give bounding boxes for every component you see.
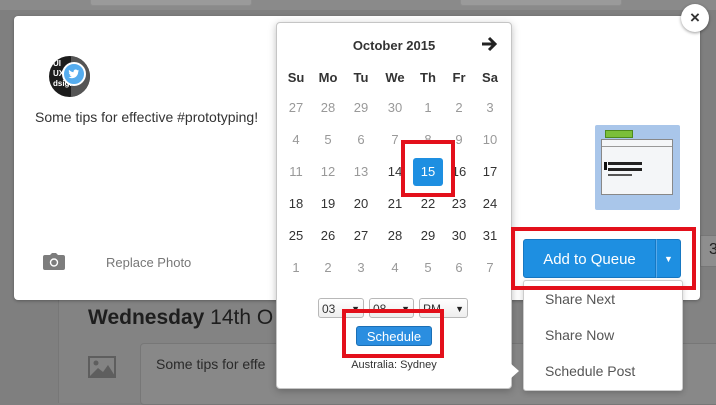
thumbnail-person [604, 162, 607, 170]
month-label: October 2015 [352, 38, 436, 53]
menu-item-schedule-post[interactable]: Schedule Post [545, 363, 635, 379]
weekday-label: Mo [318, 70, 338, 85]
calendar-day[interactable]: 28 [313, 94, 343, 122]
calendar-day[interactable]: 4 [380, 254, 410, 282]
date-picker: October 2015 Su Mo Tu We Th Fr Sa 27 28 29 30 1 2 3 4 5… [276, 22, 512, 389]
queue-options-toggle[interactable]: ▼ [656, 239, 681, 278]
calendar-day[interactable]: 7 [475, 254, 505, 282]
calendar-day[interactable]: 18 [281, 190, 311, 218]
minute-select[interactable]: 08 ▼ [369, 298, 414, 318]
calendar-day[interactable]: 27 [346, 222, 376, 250]
calendar-day[interactable]: 14 [380, 158, 410, 186]
weekday-label: We [385, 70, 405, 85]
thumbnail-line [608, 168, 642, 171]
weekday-label: Th [420, 70, 436, 85]
calendar-day[interactable]: 1 [413, 94, 443, 122]
calendar-day[interactable]: 16 [444, 158, 474, 186]
background-top-control [90, 0, 252, 6]
calendar-day[interactable]: 2 [444, 94, 474, 122]
schedule-button[interactable]: Schedule [356, 326, 432, 346]
calendar-day[interactable]: 23 [444, 190, 474, 218]
calendar-day[interactable]: 24 [475, 190, 505, 218]
background-post-text: Some tips for effe [156, 356, 266, 372]
thumbnail-tab [605, 130, 633, 138]
weekday-label: Fr [452, 70, 466, 85]
close-button[interactable]: × [681, 4, 709, 32]
timezone-label: Australia: Sydney [351, 359, 437, 371]
twitter-icon [62, 62, 86, 86]
camera-icon[interactable] [43, 253, 65, 270]
calendar-day[interactable]: 8 [413, 126, 443, 154]
calendar-day[interactable]: 31 [475, 222, 505, 250]
calendar-day[interactable]: 17 [475, 158, 505, 186]
background-top-control [460, 0, 622, 6]
calendar-day[interactable]: 21 [380, 190, 410, 218]
calendar-day[interactable]: 10 [475, 126, 505, 154]
calendar-day[interactable]: 11 [281, 158, 311, 186]
thumbnail-line [608, 162, 642, 165]
next-month-arrow-icon[interactable] [480, 34, 500, 54]
calendar-day[interactable]: 30 [444, 222, 474, 250]
ampm-value: PM [423, 302, 441, 316]
attached-image-thumbnail[interactable] [595, 125, 680, 210]
menu-item-share-next[interactable]: Share Next [545, 291, 615, 307]
hour-select[interactable]: 03 ▼ [318, 298, 364, 318]
calendar-day[interactable]: 6 [444, 254, 474, 282]
chevron-down-icon: ▼ [351, 304, 360, 314]
calendar-day[interactable]: 30 [380, 94, 410, 122]
thumbnail-tabs [602, 142, 672, 147]
calendar-day[interactable]: 29 [413, 222, 443, 250]
calendar-day[interactable]: 5 [313, 126, 343, 154]
calendar-day-selected[interactable]: 15 [413, 158, 443, 186]
menu-item-share-now[interactable]: Share Now [545, 327, 614, 343]
hour-value: 03 [322, 302, 336, 316]
calendar-day[interactable]: 29 [346, 94, 376, 122]
calendar-day[interactable]: 2 [313, 254, 343, 282]
background-date-heading: Wednesday 14th O [88, 306, 274, 329]
calendar-day[interactable]: 28 [380, 222, 410, 250]
replace-photo-link[interactable]: Replace Photo [106, 255, 191, 270]
caret-down-icon: ▼ [664, 254, 673, 264]
calendar-day[interactable]: 12 [313, 158, 343, 186]
weekday-label: Sa [482, 70, 498, 85]
post-text[interactable]: Some tips for effective #prototyping! [35, 109, 258, 125]
calendar-day[interactable]: 26 [313, 222, 343, 250]
calendar-day[interactable]: 3 [346, 254, 376, 282]
calendar-day[interactable]: 13 [346, 158, 376, 186]
calendar-day[interactable]: 7 [380, 126, 410, 154]
image-icon [88, 356, 116, 378]
calendar-day[interactable]: 22 [413, 190, 443, 218]
calendar-day[interactable]: 3 [475, 94, 505, 122]
weekday-label: Tu [353, 70, 369, 85]
calendar-day[interactable]: 9 [444, 126, 474, 154]
calendar-day[interactable]: 19 [313, 190, 343, 218]
calendar-day[interactable]: 1 [281, 254, 311, 282]
thumbnail-preview [601, 130, 673, 195]
calendar-day[interactable]: 5 [413, 254, 443, 282]
calendar-day[interactable]: 27 [281, 94, 311, 122]
ampm-select[interactable]: PM ▼ [419, 298, 468, 318]
calendar-day[interactable]: 6 [346, 126, 376, 154]
chevron-down-icon: ▼ [455, 304, 464, 314]
weekday-label: Su [287, 70, 305, 85]
queue-options-menu: Share Next Share Now Schedule Post [523, 280, 683, 391]
calendar-day[interactable]: 4 [281, 126, 311, 154]
chevron-down-icon: ▼ [401, 304, 410, 314]
menu-pointer [510, 363, 519, 379]
calendar-day[interactable]: 25 [281, 222, 311, 250]
thumbnail-line [608, 174, 632, 176]
add-to-queue-button[interactable]: Add to Queue [523, 239, 656, 278]
minute-value: 08 [373, 302, 387, 316]
background-right-number: 3 [709, 241, 716, 258]
calendar-day[interactable]: 20 [346, 190, 376, 218]
